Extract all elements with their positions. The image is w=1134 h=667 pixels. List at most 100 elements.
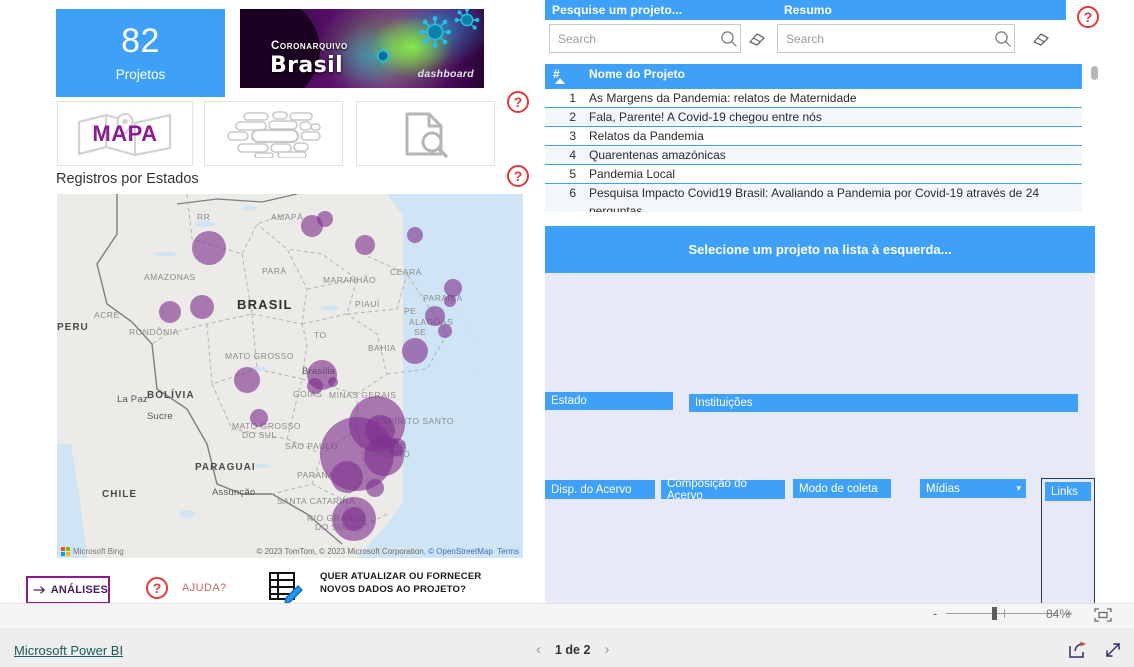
map-bubble[interactable] <box>234 367 260 393</box>
form-cta-line2: NOVOS DADOS AO PROJETO? <box>320 584 467 595</box>
map-bubble[interactable] <box>444 295 456 307</box>
slicer-instituicoes[interactable]: Instituições <box>689 394 1078 480</box>
virus-icon-3 <box>374 47 392 65</box>
table-cell-name: Pesquisa Impacto Covid19 Brasil: Avalian… <box>589 186 1040 212</box>
fit-to-page-icon[interactable] <box>1094 607 1112 623</box>
prev-page-button[interactable]: ‹ <box>536 641 541 658</box>
map-bubble[interactable] <box>159 301 181 323</box>
map-bubble[interactable] <box>250 409 268 427</box>
map-bubble[interactable] <box>307 378 323 394</box>
form-cta-text[interactable]: QUER ATUALIZAR OU FORNECER NOVOS DADOS A… <box>320 570 520 596</box>
help-icon-map[interactable]: ? <box>507 165 529 187</box>
map-label: DO SUL <box>242 430 277 440</box>
map-bubble[interactable] <box>388 438 406 456</box>
map-bubble[interactable] <box>438 324 452 338</box>
map-attribution: © 2023 TomTom, © 2023 Microsoft Corporat… <box>256 547 519 556</box>
tile-mapa[interactable]: MAPA <box>57 101 193 166</box>
slicer-links[interactable]: Links <box>1041 478 1095 605</box>
map-label: PE <box>404 306 417 316</box>
map-bubble[interactable] <box>331 461 363 493</box>
table-header-num[interactable]: # <box>545 64 583 84</box>
map-bubble[interactable] <box>425 306 445 326</box>
slicer-estado[interactable]: Estado <box>545 392 673 480</box>
map-label: SE <box>414 327 427 337</box>
zoom-slider-thumb[interactable] <box>992 607 997 620</box>
table-cell-name: Pandemia Local <box>589 167 676 181</box>
search-icon[interactable] <box>992 28 1014 50</box>
form-cta-line1: QUER ATUALIZAR OU FORNECER <box>320 571 482 582</box>
detail-panel-header: Selecione um projeto na lista à esquerda… <box>545 226 1095 273</box>
clear-filter-eraser-icon-2[interactable] <box>1032 30 1050 48</box>
fullscreen-expand-icon[interactable] <box>1104 641 1122 659</box>
slicer-midias-label: Mídias ▾ <box>920 479 1026 498</box>
tile-nuvem-palavras[interactable] <box>204 101 343 166</box>
slicer-modo-coleta[interactable]: Modo de coleta <box>793 479 891 605</box>
map-bubble[interactable] <box>190 295 214 319</box>
table-row[interactable]: 4 Quarentenas amazónicas <box>545 145 1082 164</box>
power-bi-report: 82 Projetos Coronarquivo Brasil dashboar… <box>0 0 1134 667</box>
clear-filter-eraser-icon[interactable] <box>748 30 766 48</box>
map-bubble[interactable] <box>444 279 462 297</box>
table-scrollbar-thumb[interactable] <box>1091 66 1098 80</box>
map-label: MATO GROSSO <box>225 351 294 361</box>
table-row[interactable]: 6 Pesquisa Impacto Covid19 Brasil: Avalia… <box>545 183 1082 212</box>
map-bubble[interactable] <box>402 338 428 364</box>
help-icon-right[interactable]: ? <box>1077 6 1099 28</box>
chevron-down-icon[interactable]: ▾ <box>1016 483 1021 494</box>
resumo-search-input[interactable] <box>778 30 992 47</box>
map-bubble[interactable] <box>192 231 226 265</box>
project-table[interactable]: # Nome do Projeto 1 As Margens da Pandemi… <box>545 64 1082 212</box>
map-label: BRASIL <box>237 297 293 312</box>
slicer-links-label: Links <box>1045 482 1091 501</box>
project-search-input[interactable] <box>550 30 718 47</box>
map-bubble[interactable] <box>366 479 384 497</box>
table-row[interactable]: 2 Fala, Parente! A Covid-19 chegou entre … <box>545 107 1082 126</box>
table-cell-num: 5 <box>569 167 576 181</box>
next-page-button[interactable]: › <box>604 641 609 658</box>
table-header-name[interactable]: Nome do Projeto <box>583 64 1082 81</box>
map-label: PARÁ <box>262 266 287 276</box>
slicer-midias[interactable]: Mídias ▾ <box>920 479 1026 605</box>
tile-documento[interactable] <box>356 101 495 166</box>
resumo-search-box[interactable] <box>777 24 1015 53</box>
map-label: MARANHÃO <box>323 275 377 285</box>
zoom-out-button[interactable]: - <box>930 606 940 621</box>
arrow-right-icon <box>33 586 45 594</box>
help-icon-tiles[interactable]: ? <box>507 91 529 113</box>
map-bubble[interactable] <box>355 235 375 255</box>
table-row[interactable]: 3 Relatos da Pandemia <box>545 126 1082 145</box>
openstreetmap-link[interactable]: © OpenStreetMap <box>428 547 493 556</box>
table-header-name-label: Nome do Projeto <box>589 67 686 81</box>
map-bubble[interactable] <box>317 211 333 227</box>
kpi-label: Projetos <box>115 67 166 82</box>
terms-link[interactable]: Terms <box>497 547 519 556</box>
share-icon[interactable] <box>1068 641 1088 659</box>
map-bubble[interactable] <box>342 507 366 531</box>
search-icon[interactable] <box>718 28 740 50</box>
microsoft-power-bi-link[interactable]: Microsoft Power BI <box>14 643 123 658</box>
map-bubble[interactable] <box>407 227 423 243</box>
form-edit-icon[interactable] <box>268 571 304 605</box>
analises-button[interactable]: ANÁLISES <box>26 576 110 604</box>
kpi-card-projetos[interactable]: 82 Projetos <box>56 9 225 97</box>
table-row[interactable]: 1 As Margens da Pandemia: relatos de Mate… <box>545 88 1082 107</box>
table-cell-num: 2 <box>569 110 576 124</box>
map-label: AMAPÁ <box>271 212 304 222</box>
virus-icon-2 <box>454 9 480 30</box>
map-bubble[interactable] <box>328 377 338 387</box>
tile-mapa-label: MAPA <box>92 120 158 146</box>
table-body[interactable]: 1 As Margens da Pandemia: relatos de Mate… <box>545 88 1082 212</box>
banner-title-line2: Brasil <box>270 53 344 78</box>
slicer-composicao-acervo[interactable]: Composição do Acervo <box>661 478 785 605</box>
banner-coronarquivo[interactable]: Coronarquivo Brasil dashboard <box>240 9 484 88</box>
zoom-slider-track[interactable] <box>946 607 1058 620</box>
ajuda-help-icon[interactable]: ? <box>146 577 168 599</box>
map-visual-registros-por-estados[interactable]: RR AMAPÁ AMAZONAS PARÁ MARANHÃO CEARÁ BRASIL PI… <box>57 194 523 558</box>
page-navigator[interactable]: ‹ 1 de 2 › <box>536 641 609 658</box>
table-cell-num: 1 <box>569 91 576 105</box>
map-label: BOLÍVIA <box>147 390 195 401</box>
table-row[interactable]: 5 Pandemia Local <box>545 164 1082 183</box>
project-search-box[interactable] <box>549 24 741 53</box>
slicer-disp-acervo[interactable]: Disp. do Acervo <box>545 480 655 605</box>
banner-title-line1: Coronarquivo <box>271 40 348 52</box>
